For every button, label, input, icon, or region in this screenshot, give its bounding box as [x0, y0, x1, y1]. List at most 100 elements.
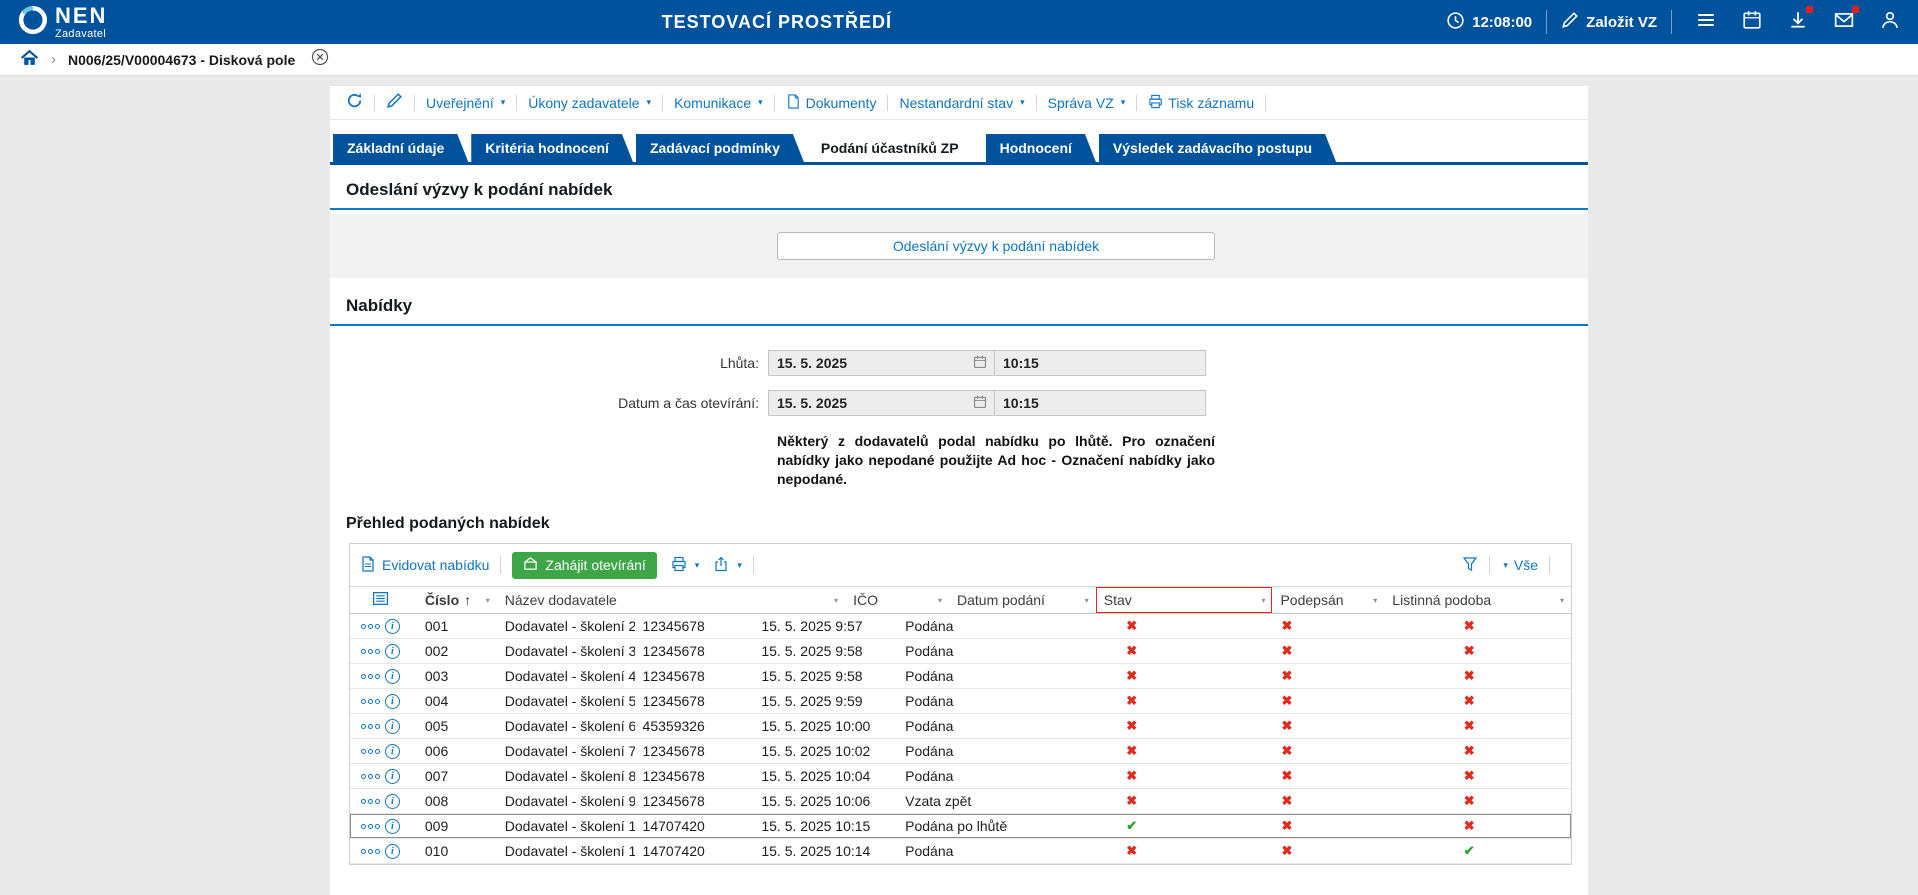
- tab-label: Základní údaje: [347, 140, 444, 156]
- tab[interactable]: Zadávací podmínky: [636, 134, 804, 162]
- downloads-button[interactable]: [1788, 10, 1808, 35]
- table-row[interactable]: i 010 Dodavatel - školení 10 14707420 15…: [350, 839, 1571, 864]
- record-toolbar-item[interactable]: Komunikace ▾: [674, 95, 763, 111]
- filter-caret-icon[interactable]: ▾: [938, 596, 942, 605]
- cell-flag-2: ✖: [1207, 793, 1368, 809]
- row-actions-icon[interactable]: [361, 824, 380, 829]
- info-icon[interactable]: i: [385, 744, 400, 759]
- table-row[interactable]: i 008 Dodavatel - školení 9 12345678 15.…: [350, 789, 1571, 814]
- register-bid-button[interactable]: Evidovat nabídku: [360, 556, 489, 575]
- row-actions-icon[interactable]: [361, 749, 380, 754]
- info-icon[interactable]: i: [385, 719, 400, 734]
- nen-logo[interactable]: NEN Zadavatel: [18, 5, 107, 40]
- table-row[interactable]: i 006 Dodavatel - školení 7 12345678 15.…: [350, 739, 1571, 764]
- filter-caret-icon[interactable]: ▾: [834, 596, 838, 605]
- table-row[interactable]: i 005 Dodavatel - školení 6 45359326 15.…: [350, 714, 1571, 739]
- filter-caret-icon[interactable]: ▾: [1085, 596, 1089, 605]
- record-toolbar-item[interactable]: Nestandardní stav ▾: [899, 95, 1024, 111]
- column-header[interactable]: Číslo ↑ ▾: [411, 587, 497, 613]
- grid-toolbar: Evidovat nabídku Zahájit otevírání ▾ ▾: [350, 544, 1571, 586]
- start-opening-button[interactable]: Zahájit otevírání: [512, 552, 656, 579]
- row-actions-icon[interactable]: [361, 649, 380, 654]
- filter-caret-icon[interactable]: ▾: [486, 596, 490, 605]
- menu-button[interactable]: [1696, 10, 1716, 35]
- row-actions-icon[interactable]: [361, 724, 380, 729]
- column-settings-button[interactable]: [350, 587, 411, 613]
- column-header[interactable]: Listinná podoba ▾: [1384, 587, 1571, 613]
- table-row[interactable]: i 003 Dodavatel - školení 4 12345678 15.…: [350, 664, 1571, 689]
- grid-export-button[interactable]: ▾: [713, 556, 742, 575]
- home-button[interactable]: [20, 48, 39, 72]
- home-icon: [20, 48, 39, 72]
- view-all-button[interactable]: ▾ Vše: [1501, 557, 1538, 573]
- record-toolbar-item[interactable]: Úkony zadavatele ▾: [528, 95, 651, 111]
- send-invite-button[interactable]: Odeslání výzvy k podání nabídek: [777, 232, 1215, 260]
- info-icon[interactable]: i: [385, 819, 400, 834]
- tab[interactable]: Hodnocení: [986, 134, 1096, 162]
- row-actions-icon[interactable]: [361, 799, 380, 804]
- filter-button[interactable]: [1462, 556, 1478, 575]
- cell-ico: 12345678: [635, 793, 754, 809]
- cell-datum-podani: 15. 5. 2025 10:04: [753, 768, 897, 784]
- record-toolbar-item[interactable]: Tisk záznamu: [1148, 94, 1254, 112]
- create-vz-button[interactable]: Založit VZ: [1561, 11, 1657, 33]
- info-icon[interactable]: i: [385, 844, 400, 859]
- table-row[interactable]: i 004 Dodavatel - školení 5 12345678 15.…: [350, 689, 1571, 714]
- edit-button[interactable]: [386, 92, 403, 114]
- toolbar-item-label: Dokumenty: [806, 95, 877, 111]
- cell-stav: Podána: [897, 768, 1057, 784]
- row-actions-icon[interactable]: [361, 849, 380, 854]
- calendar-button[interactable]: [1742, 10, 1762, 35]
- column-header[interactable]: Podepsán ▾: [1272, 587, 1384, 613]
- record-toolbar-item[interactable]: Uveřejnění ▾: [426, 95, 505, 111]
- cell-cislo: 002: [411, 643, 497, 659]
- tab[interactable]: Výsledek zadávacího postupu: [1099, 134, 1336, 162]
- opening-time-field[interactable]: 10:15: [995, 391, 1205, 415]
- cell-cislo: 010: [411, 843, 497, 859]
- column-header[interactable]: Datum podání ▾: [949, 587, 1096, 613]
- filter-caret-icon[interactable]: ▾: [1261, 596, 1265, 605]
- record-toolbar-item[interactable]: Dokumenty: [786, 94, 877, 112]
- opening-date-field[interactable]: 15. 5. 2025: [769, 391, 995, 415]
- column-header[interactable]: IČO ▾: [845, 587, 949, 613]
- close-record-button[interactable]: [311, 48, 329, 71]
- messages-button[interactable]: [1834, 10, 1854, 35]
- info-icon[interactable]: i: [385, 769, 400, 784]
- filter-caret-icon[interactable]: ▾: [1373, 596, 1377, 605]
- grid-print-button[interactable]: ▾: [671, 556, 700, 575]
- table-row[interactable]: i 009 Dodavatel - školení 10 14707420 15…: [350, 814, 1571, 839]
- column-header[interactable]: Stav ▾: [1096, 587, 1273, 613]
- row-actions-icon[interactable]: [361, 624, 380, 629]
- tab[interactable]: Podání účastníků ZP: [807, 134, 983, 162]
- info-icon[interactable]: i: [385, 619, 400, 634]
- breadcrumb-record[interactable]: N006/25/V00004673 - Disková pole: [68, 52, 295, 68]
- refresh-button[interactable]: [346, 92, 363, 114]
- table-row[interactable]: i 001 Dodavatel - školení 2 12345678 15.…: [350, 614, 1571, 639]
- cell-dodavatel: Dodavatel - školení 2: [497, 618, 635, 634]
- tab[interactable]: Základní údaje: [333, 134, 468, 162]
- deadline-date-field[interactable]: 15. 5. 2025: [769, 351, 995, 375]
- info-icon[interactable]: i: [385, 694, 400, 709]
- table-row[interactable]: i 002 Dodavatel - školení 3 12345678 15.…: [350, 639, 1571, 664]
- cell-flag-3: ✖: [1367, 793, 1571, 809]
- deadline-time-field[interactable]: 10:15: [995, 351, 1205, 375]
- row-actions-icon[interactable]: [361, 699, 380, 704]
- cell-flag-1: ✖: [1057, 793, 1207, 809]
- compose-icon: [1561, 11, 1579, 33]
- table-row[interactable]: i 007 Dodavatel - školení 8 12345678 15.…: [350, 764, 1571, 789]
- row-actions-icon[interactable]: [361, 674, 380, 679]
- tab[interactable]: Kritéria hodnocení: [471, 134, 633, 162]
- toolbar-item-icon: [786, 94, 801, 112]
- user-button[interactable]: [1880, 10, 1900, 35]
- row-actions-icon[interactable]: [361, 774, 380, 779]
- info-icon[interactable]: i: [385, 794, 400, 809]
- column-header[interactable]: Název dodavatele ▾: [497, 587, 845, 613]
- section-title-bids: Nabídky: [330, 278, 1588, 324]
- opening-label: Datum a čas otevírání:: [330, 395, 768, 411]
- filter-caret-icon[interactable]: ▾: [1560, 596, 1564, 605]
- info-icon[interactable]: i: [385, 644, 400, 659]
- chevron-down-icon: ▾: [758, 97, 763, 108]
- record-toolbar-item[interactable]: Správa VZ ▾: [1048, 95, 1126, 111]
- cell-flag-2: ✖: [1207, 818, 1368, 834]
- info-icon[interactable]: i: [385, 669, 400, 684]
